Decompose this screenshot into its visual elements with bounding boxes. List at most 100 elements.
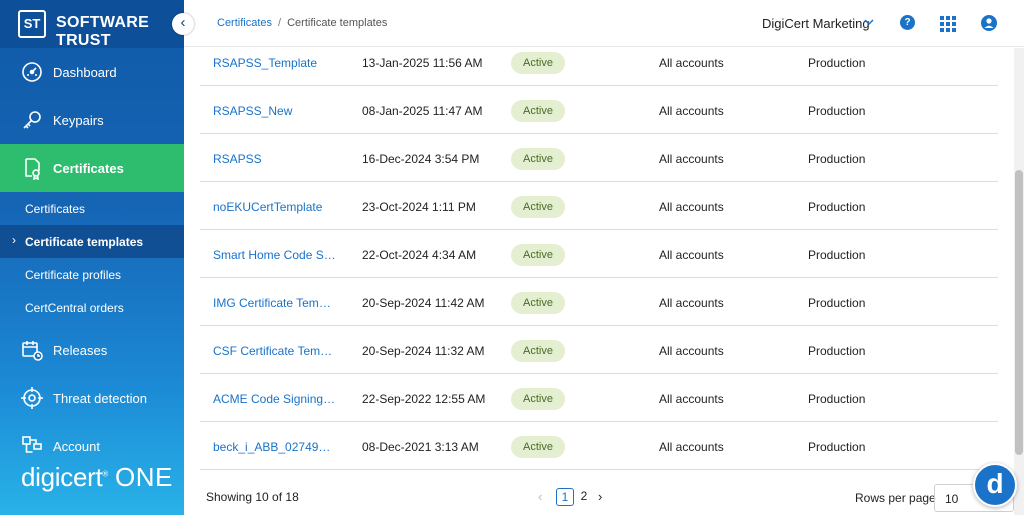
key-icon <box>23 111 41 129</box>
chat-assistant-button[interactable]: d <box>973 463 1017 507</box>
user-account-icon[interactable] <box>981 15 997 31</box>
status-badge: Active <box>511 196 565 218</box>
sidebar-subitem-label: Certificate profiles <box>25 268 122 282</box>
accounts-cell: All accounts <box>659 344 724 358</box>
sidebar-item-certificates[interactable]: Certificates <box>0 144 184 192</box>
breadcrumb: Certificates / Certificate templates <box>217 17 387 29</box>
accounts-cell: All accounts <box>659 296 724 310</box>
accounts-cell: All accounts <box>659 104 724 118</box>
sidebar-subitem-certificates[interactable]: Certificates <box>0 192 184 225</box>
table-row[interactable]: beck_i_ABB_02749670 08-Dec-2021 3:13 AM … <box>200 422 998 470</box>
sidebar-subitem-certcentral-orders[interactable]: CertCentral orders <box>0 291 184 324</box>
table-row[interactable]: RSAPSS 16-Dec-2024 3:54 PM Active All ac… <box>200 134 998 182</box>
table-row[interactable]: IMG Certificate Template 20-Sep-2024 11:… <box>200 278 998 326</box>
chevron-right-icon: › <box>12 233 16 247</box>
calendar-clock-icon <box>22 341 43 361</box>
chevron-down-icon[interactable] <box>862 15 876 29</box>
status-badge: Active <box>511 244 565 266</box>
sidebar-item-dashboard[interactable]: Dashboard <box>0 48 184 96</box>
sidebar-subitem-certificate-templates[interactable]: › Certificate templates <box>0 225 184 258</box>
scrollbar-thumb[interactable] <box>1015 170 1023 455</box>
sidebar-item-label: Account <box>53 438 100 454</box>
created-date: 20-Sep-2024 11:42 AM <box>362 296 485 310</box>
sidebar-subitem-label: Certificate templates <box>25 235 144 249</box>
showing-count: Showing 10 of 18 <box>206 490 299 504</box>
accounts-cell: All accounts <box>659 248 724 262</box>
pagination-bar: Showing 10 of 18 ‹ 1 2 › Rows per page 1… <box>184 474 1014 515</box>
sidebar-item-label: Releases <box>53 342 108 358</box>
sidebar-item-keypairs[interactable]: Keypairs <box>0 96 184 144</box>
template-name-link[interactable]: beck_i_ABB_02749670 <box>213 440 337 454</box>
template-name-link[interactable]: Smart Home Code Signing <box>213 248 337 262</box>
accounts-cell: All accounts <box>659 56 724 70</box>
created-date: 13-Jan-2025 11:56 AM <box>362 56 483 70</box>
template-name-link[interactable]: RSAPSS_Template <box>213 56 337 70</box>
sidebar-subitem-label: CertCentral orders <box>25 301 124 315</box>
sidebar-item-label: Keypairs <box>53 112 104 128</box>
template-name-link[interactable]: RSAPSS_New <box>213 104 337 118</box>
collapse-sidebar-button[interactable]: ‹ <box>172 13 194 35</box>
template-name-link[interactable]: CSF Certificate Template <box>213 344 337 358</box>
templates-table: RSAPSS_Template 13-Jan-2025 11:56 AM Act… <box>200 38 998 474</box>
account-org-icon <box>22 436 42 453</box>
table-row[interactable]: Smart Home Code Signing 22-Oct-2024 4:34… <box>200 230 998 278</box>
table-row[interactable]: RSAPSS_New 08-Jan-2025 11:47 AM Active A… <box>200 86 998 134</box>
template-name-link[interactable]: noEKUCertTemplate <box>213 200 337 214</box>
created-date: 22-Sep-2022 12:55 AM <box>362 392 486 406</box>
target-icon <box>21 387 43 409</box>
accounts-cell: All accounts <box>659 200 724 214</box>
help-icon[interactable]: ? <box>900 15 915 30</box>
sidebar-item-threat-detection[interactable]: Threat detection <box>0 374 184 422</box>
sidebar-subitem-label: Certificates <box>25 202 86 216</box>
template-name-link[interactable]: ACME Code Signing Certificate <box>213 392 337 406</box>
accounts-cell: All accounts <box>659 152 724 166</box>
digicert-one-logo: digicert® ONE <box>21 462 173 492</box>
status-badge: Active <box>511 100 565 122</box>
sidebar: ST SOFTWARE TRUST Dashboard Keypairs Cer… <box>0 0 184 515</box>
template-name-link[interactable]: IMG Certificate Template <box>213 296 337 310</box>
environment-cell: Production <box>808 200 866 214</box>
sidebar-item-label: Certificates <box>53 160 124 176</box>
accounts-cell: All accounts <box>659 440 724 454</box>
page-1-button[interactable]: 1 <box>556 488 574 506</box>
created-date: 08-Jan-2025 11:47 AM <box>362 104 483 118</box>
environment-cell: Production <box>808 440 866 454</box>
breadcrumb-separator: / <box>278 17 282 29</box>
table-row[interactable]: CSF Certificate Template 20-Sep-2024 11:… <box>200 326 998 374</box>
created-date: 08-Dec-2021 3:13 AM <box>362 440 479 454</box>
apps-grid-icon[interactable] <box>940 16 956 32</box>
logo-suffix: ONE <box>114 462 173 492</box>
logo-brand: digicert <box>21 462 103 492</box>
template-name-link[interactable]: RSAPSS <box>213 152 337 166</box>
dashboard-gauge-icon <box>22 62 42 82</box>
accounts-cell: All accounts <box>659 392 724 406</box>
environment-cell: Production <box>808 344 866 358</box>
created-date: 16-Dec-2024 3:54 PM <box>362 152 480 166</box>
status-badge: Active <box>511 388 565 410</box>
certificate-icon <box>25 158 40 180</box>
created-date: 22-Oct-2024 4:34 AM <box>362 248 477 262</box>
breadcrumb-link-certificates[interactable]: Certificates <box>217 17 272 29</box>
sidebar-subitem-certificate-profiles[interactable]: Certificate profiles <box>0 258 184 291</box>
account-switcher[interactable]: DigiCert Marketing <box>762 16 870 31</box>
sidebar-item-label: Dashboard <box>53 64 117 80</box>
brand-header[interactable]: ST SOFTWARE TRUST <box>0 0 184 49</box>
breadcrumb-current: Certificate templates <box>287 17 388 29</box>
environment-cell: Production <box>808 392 866 406</box>
prev-page-button[interactable]: ‹ <box>538 489 542 504</box>
status-badge: Active <box>511 292 565 314</box>
table-row[interactable]: ACME Code Signing Certificate 22-Sep-202… <box>200 374 998 422</box>
page-2-button[interactable]: 2 <box>575 488 593 506</box>
status-badge: Active <box>511 436 565 458</box>
table-row[interactable]: RSAPSS_Template 13-Jan-2025 11:56 AM Act… <box>200 38 998 86</box>
brand-name: SOFTWARE TRUST <box>56 14 150 49</box>
created-date: 23-Oct-2024 1:11 PM <box>362 200 476 214</box>
status-badge: Active <box>511 148 565 170</box>
table-row[interactable]: noEKUCertTemplate 23-Oct-2024 1:11 PM Ac… <box>200 182 998 230</box>
brand-logo: ST <box>18 10 46 38</box>
next-page-button[interactable]: › <box>598 489 602 504</box>
environment-cell: Production <box>808 104 866 118</box>
sidebar-item-label: Threat detection <box>53 390 147 406</box>
sidebar-item-releases[interactable]: Releases <box>0 326 184 374</box>
environment-cell: Production <box>808 56 866 70</box>
